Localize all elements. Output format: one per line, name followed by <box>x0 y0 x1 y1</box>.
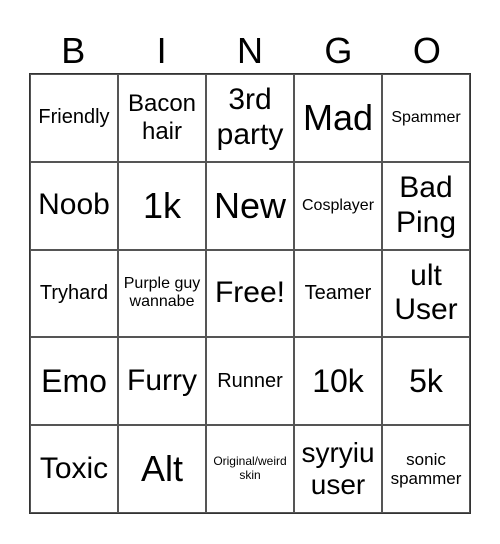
bingo-cell-text: Runner <box>217 369 283 392</box>
bingo-cell-text: 10k <box>312 362 364 399</box>
bingo-cell[interactable]: 1k <box>118 161 206 250</box>
bingo-cell-text: ult User <box>394 258 458 327</box>
bingo-cell-text: Bacon hair <box>127 90 197 145</box>
bingo-cell-text: Furry <box>127 364 197 398</box>
bingo-cell[interactable]: Free! <box>206 249 294 338</box>
header-letter-n: N <box>237 30 264 71</box>
bingo-cell[interactable]: Cosplayer <box>294 161 382 250</box>
bingo-cell-text: Friendly <box>38 106 110 129</box>
bingo-cell-text: Spammer <box>391 108 461 126</box>
bingo-cell[interactable]: Bad Ping <box>382 161 470 250</box>
bingo-cell[interactable]: Original/weird skin <box>206 425 294 513</box>
bingo-cell[interactable]: ult User <box>382 249 470 338</box>
bingo-cell[interactable]: syryiu user <box>294 425 382 513</box>
bingo-cell-text: Bad Ping <box>395 171 457 239</box>
bingo-cell[interactable]: Mad <box>294 74 382 162</box>
bingo-cell-text: New <box>213 185 287 226</box>
bingo-grid: Friendly Bacon hair 3rd party Mad Spammer Noo… <box>29 73 471 514</box>
bingo-cell[interactable]: 10k <box>294 337 382 426</box>
bingo-cell-text: syryiu user <box>301 436 375 501</box>
bingo-cell-text: 3rd party <box>216 83 284 151</box>
header-letter-i: I <box>156 30 167 71</box>
bingo-cell-text: Tryhard <box>39 281 109 304</box>
bingo-cell[interactable]: Runner <box>206 337 294 426</box>
bingo-header: B I N G O <box>29 28 471 73</box>
bingo-cell-text: sonic spammer <box>390 449 462 489</box>
bingo-cell[interactable]: 3rd party <box>206 74 294 162</box>
bingo-cell[interactable]: Teamer <box>294 249 382 338</box>
bingo-cell-text: Emo <box>41 362 107 399</box>
bingo-cell[interactable]: Bacon hair <box>118 74 206 162</box>
bingo-cell[interactable]: Friendly <box>30 74 118 162</box>
header-letter-o: O <box>412 30 441 71</box>
header-letter-g: G <box>324 30 353 71</box>
bingo-cell-text: 5k <box>409 362 443 399</box>
bingo-cell[interactable]: Alt <box>118 425 206 513</box>
bingo-cell[interactable]: Toxic <box>30 425 118 513</box>
bingo-cell[interactable]: New <box>206 161 294 250</box>
bingo-cell[interactable]: Tryhard <box>30 249 118 338</box>
bingo-cell-text: Teamer <box>304 281 372 304</box>
bingo-cell-text: 1k <box>142 185 182 226</box>
bingo-cell[interactable]: Purple guy wannabe <box>118 249 206 338</box>
bingo-cell-text: Purple guy wannabe <box>123 275 201 311</box>
bingo-cell-text: Original/weird skin <box>213 454 287 483</box>
bingo-cell-text: Noob <box>38 188 110 222</box>
bingo-cell[interactable]: sonic spammer <box>382 425 470 513</box>
bingo-cell-text: Alt <box>140 448 183 490</box>
header-letter-b: B <box>61 30 86 71</box>
bingo-cell[interactable]: Spammer <box>382 74 470 162</box>
bingo-cell[interactable]: Furry <box>118 337 206 426</box>
bingo-cell-text: Free! <box>214 276 286 310</box>
bingo-cell-text: Mad <box>302 97 374 139</box>
bingo-cell[interactable]: 5k <box>382 337 470 426</box>
bingo-cell-text: Toxic <box>39 451 109 485</box>
bingo-cell[interactable]: Noob <box>30 161 118 250</box>
bingo-cell[interactable]: Emo <box>30 337 118 426</box>
bingo-cell-text: Cosplayer <box>301 196 375 214</box>
